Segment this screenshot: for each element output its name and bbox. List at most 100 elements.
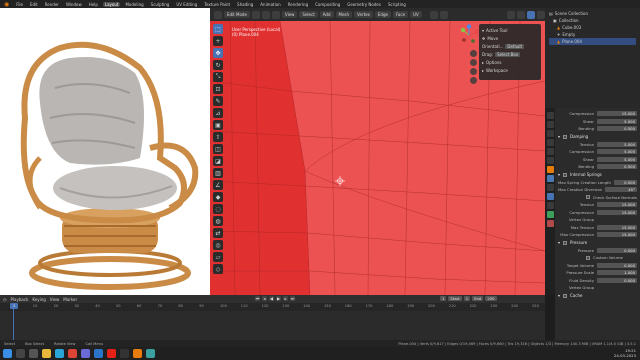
property-value-field[interactable]: 5.000: [597, 141, 637, 147]
menu-edge[interactable]: Edge: [374, 11, 391, 18]
edge-slide-tool-icon[interactable]: ⇄: [213, 228, 223, 238]
menu-help[interactable]: Help: [87, 2, 100, 7]
property-value-field[interactable]: 0.000: [597, 247, 637, 253]
outliner-item[interactable]: ▤ Scene Collection: [549, 10, 636, 17]
property-value-field[interactable]: 15.000: [597, 209, 637, 215]
menu-edit[interactable]: Edit: [28, 2, 40, 7]
mail-icon[interactable]: [94, 349, 103, 358]
photos-icon[interactable]: [146, 349, 155, 358]
outliner-item[interactable]: ✛ Empty: [549, 31, 636, 38]
workspace-tab-texture-paint[interactable]: Texture Paint: [202, 2, 232, 7]
property-value-field[interactable]: 0.000: [613, 179, 637, 185]
current-frame-field[interactable]: 1: [440, 296, 447, 301]
editor-type-icon[interactable]: [214, 10, 222, 19]
output-tab-icon[interactable]: [546, 130, 554, 137]
menu-render[interactable]: Render: [43, 2, 61, 7]
view-layer-tab-icon[interactable]: [546, 139, 554, 146]
modifier-tab-icon[interactable]: [546, 175, 554, 182]
face-select-icon[interactable]: [271, 10, 280, 19]
workspace-tab-compositing[interactable]: Compositing: [313, 2, 342, 7]
workspace-tab-modeling[interactable]: Modeling: [123, 2, 145, 7]
move-tool-icon[interactable]: ✥: [213, 48, 223, 58]
shading-solid-icon[interactable]: [527, 10, 535, 19]
section-checkbox[interactable]: [563, 240, 568, 245]
file-explorer-icon[interactable]: [42, 349, 51, 358]
chrome-icon[interactable]: [68, 349, 77, 358]
outliner-item[interactable]: ▲ Cube.003: [549, 24, 636, 31]
properties-section-header[interactable]: ▾ Pressure: [558, 239, 637, 247]
workspace-tab-shading[interactable]: Shading: [235, 2, 255, 7]
inset-tool-icon[interactable]: ◫: [213, 144, 223, 154]
property-value-field[interactable]: 15.000: [597, 111, 637, 117]
menu-face[interactable]: Face: [392, 11, 409, 18]
loop-cut-tool-icon[interactable]: ▥: [213, 168, 223, 178]
next-key-icon[interactable]: ▸: [283, 296, 288, 301]
annotate-tool-icon[interactable]: ✎: [213, 96, 223, 106]
prev-key-icon[interactable]: ◂: [262, 296, 267, 301]
property-value-field[interactable]: 15.000: [597, 224, 637, 230]
options-row[interactable]: ▸ Options: [482, 58, 538, 66]
vertex-select-icon[interactable]: [251, 10, 260, 19]
windows-start-icon[interactable]: [3, 349, 12, 358]
menu-view[interactable]: View: [281, 11, 298, 18]
edge-select-icon[interactable]: [261, 10, 270, 19]
property-value-field[interactable]: 15.000: [597, 202, 637, 208]
store-icon[interactable]: [81, 349, 90, 358]
property-value-field[interactable]: 0.500: [597, 126, 637, 132]
workspace-tab-sculpting[interactable]: Sculpting: [149, 2, 172, 7]
edge-browser-icon[interactable]: [55, 349, 64, 358]
task-view-icon[interactable]: [29, 349, 38, 358]
shear-tool-icon[interactable]: ▱: [213, 252, 223, 262]
property-value-field[interactable]: 45°: [605, 187, 637, 193]
orientation-dropdown[interactable]: Default: [505, 43, 525, 49]
menu-file[interactable]: File: [14, 2, 25, 7]
outliner-item[interactable]: ▲ Plane.004: [549, 38, 636, 45]
data-tab-icon[interactable]: [546, 211, 554, 218]
blender-taskbar-icon[interactable]: [133, 349, 142, 358]
section-checkbox[interactable]: [563, 293, 568, 298]
youtube-icon[interactable]: [107, 349, 116, 358]
navigation-gizmo[interactable]: [458, 24, 480, 46]
measure-tool-icon[interactable]: ⊿: [213, 108, 223, 118]
workspace-tab-geometry-nodes[interactable]: Geometry Nodes: [345, 2, 383, 7]
editor-type-icon[interactable]: ◷: [3, 297, 7, 302]
workspace-tab-animation[interactable]: Animation: [258, 2, 282, 7]
property-value-field[interactable]: 0.500: [597, 164, 637, 170]
spin-tool-icon[interactable]: ◌: [213, 204, 223, 214]
section-checkbox[interactable]: [563, 172, 568, 177]
menu-select[interactable]: Select: [299, 11, 318, 18]
section-checkbox[interactable]: [563, 134, 568, 139]
proportional-edit-icon[interactable]: [439, 10, 448, 19]
select-box-tool-icon[interactable]: ⬚: [213, 24, 223, 34]
property-value-field[interactable]: 5.000: [597, 156, 637, 162]
property-value-field[interactable]: 5.000: [597, 149, 637, 155]
timeline-ruler[interactable]: 0102030405060708090100110120130140150160…: [0, 303, 545, 311]
bevel-tool-icon[interactable]: ◪: [213, 156, 223, 166]
knife-tool-icon[interactable]: ∠: [213, 180, 223, 190]
zoom-icon[interactable]: [470, 50, 477, 57]
drag-dropdown[interactable]: Select Box: [495, 51, 521, 57]
menu-window[interactable]: Window: [64, 2, 84, 7]
properties-section-header[interactable]: ▾ Cache: [558, 292, 637, 300]
material-tab-icon[interactable]: [546, 220, 554, 227]
shading-material-icon[interactable]: [537, 10, 545, 19]
menu-playback[interactable]: Playback: [11, 297, 29, 302]
scene-tab-icon[interactable]: [546, 148, 554, 155]
menu-view[interactable]: View: [50, 297, 60, 302]
perspective-toggle-icon[interactable]: [470, 77, 477, 84]
obs-icon[interactable]: [120, 349, 129, 358]
system-clock[interactable]: 19:21 24-03-2023: [614, 348, 636, 358]
render-tab-icon[interactable]: [546, 121, 554, 128]
mode-dropdown[interactable]: Edit Mode: [224, 11, 250, 18]
constraints-tab-icon[interactable]: [546, 202, 554, 209]
menu-vertex[interactable]: Vertex: [354, 11, 373, 18]
object-tab-icon[interactable]: [546, 166, 554, 173]
shrink-fatten-tool-icon[interactable]: ◎: [213, 240, 223, 250]
outliner-item[interactable]: ▣ Collection: [549, 17, 636, 24]
search-icon[interactable]: [16, 349, 25, 358]
property-checkbox[interactable]: [586, 195, 590, 200]
jump-end-icon[interactable]: ⏭: [290, 296, 295, 301]
menu-keying[interactable]: Keying: [32, 297, 45, 302]
playhead-frame-label[interactable]: 1: [10, 303, 18, 309]
play-reverse-icon[interactable]: ◀: [269, 296, 274, 301]
